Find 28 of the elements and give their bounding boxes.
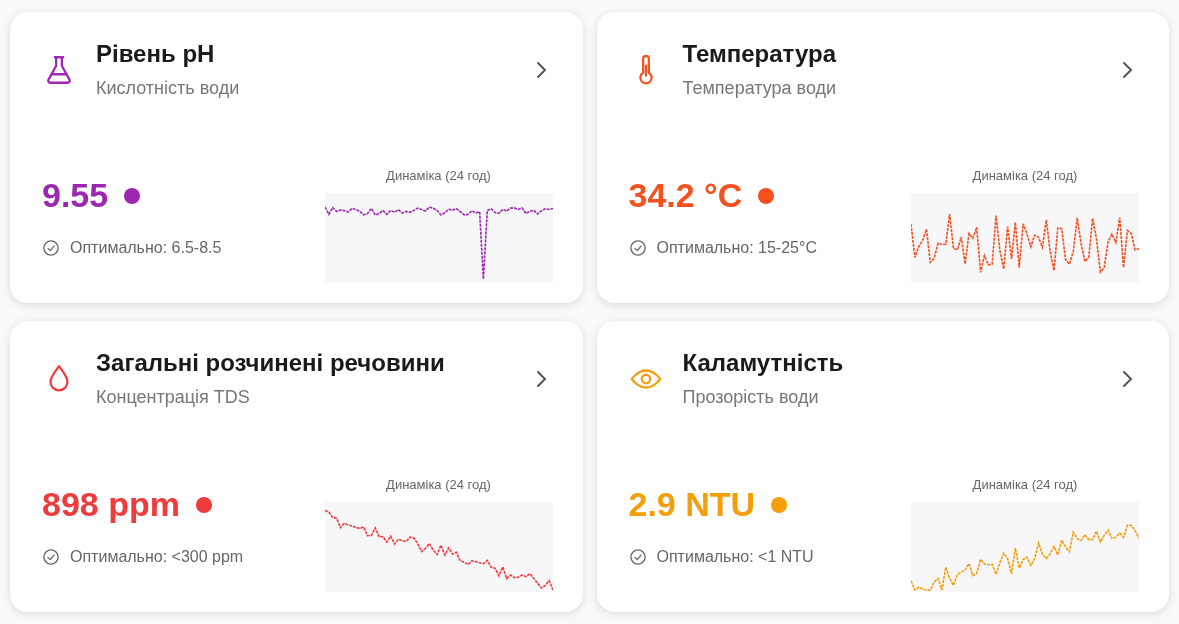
card-subtitle: Кислотність води — [96, 78, 241, 99]
card-title: Рівень pH — [96, 40, 216, 68]
sensor-card[interactable]: Каламутність Прозорість води 2.9 NTU Оптимально: <1 NTU Динаміка (24 год) — [596, 321, 1169, 612]
sensor-card[interactable]: Температура Температура води 34.2 °C Оптимально: 15-25°C Динаміка (24 год) — [596, 12, 1169, 303]
chart-label: Динаміка (24 год) — [386, 168, 491, 183]
card-subtitle: Температура води — [682, 78, 838, 99]
optimal-range: Оптимально: 6.5-8.5 — [70, 239, 222, 257]
optimal-range: Оптимально: <300 ppm — [70, 548, 244, 566]
chart-label: Динаміка (24 год) — [972, 168, 1078, 183]
check-circle-icon — [628, 239, 647, 257]
card-title: Загальні розчинені речовини — [96, 349, 446, 377]
sensor-value: 9.55 — [42, 176, 109, 215]
check-circle-icon — [628, 548, 647, 566]
card-title: Каламутність — [682, 349, 845, 377]
sensor-value: 34.2 °C — [628, 176, 743, 215]
optimal-range: Оптимально: 15-25°C — [656, 239, 817, 257]
card-subtitle: Концентрація TDS — [96, 387, 251, 408]
card-title: Температура — [682, 40, 838, 68]
optimal-range: Оптимально: <1 NTU — [656, 548, 814, 566]
check-circle-icon — [42, 239, 60, 257]
sensor-card[interactable]: Рівень pH Кислотність води 9.55 Оптимально: 6.5-8.5 Динаміка (24 год) — [10, 12, 583, 303]
sensor-value: 2.9 NTU — [628, 485, 756, 524]
card-subtitle: Прозорість води — [682, 387, 820, 408]
check-circle-icon — [42, 548, 60, 566]
chart-label: Динаміка (24 год) — [386, 477, 491, 492]
sensor-value: 898 ppm — [42, 485, 180, 524]
sensor-card[interactable]: Загальні розчинені речовини Концентрація TDS 898 ppm Оптимально: <300 ppm Динаміка (24 год) — [10, 321, 583, 612]
chart-label: Динаміка (24 год) — [972, 477, 1078, 492]
